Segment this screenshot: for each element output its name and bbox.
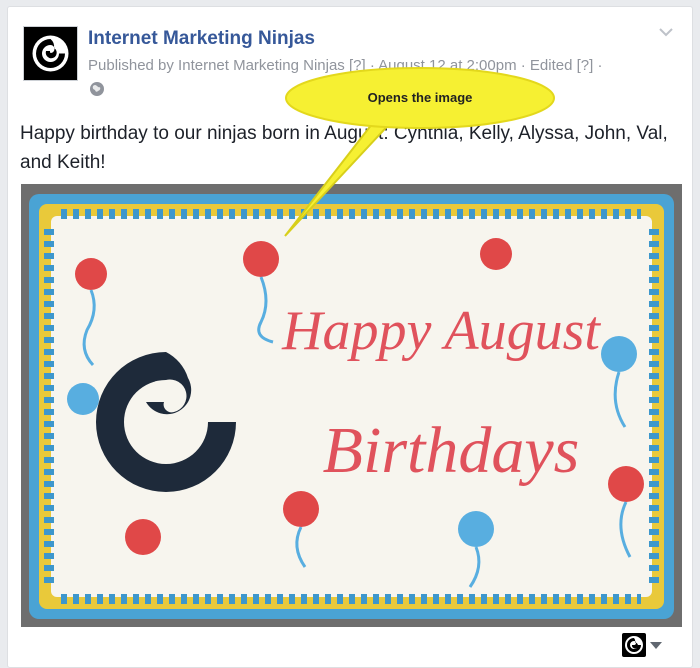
annotation-label: Opens the image [367, 90, 473, 105]
globe-icon[interactable] [89, 81, 105, 97]
ninja-swirl-logo-icon [32, 35, 69, 72]
ninja-swirl-logo-icon [622, 633, 646, 657]
cake-text-line1: Happy August [281, 300, 601, 362]
page-avatar[interactable] [23, 26, 78, 81]
post-card: Internet Marketing Ninjas Published by I… [7, 6, 693, 668]
cake-text-line2: Birthdays [323, 414, 580, 487]
cake-image: Happy August Birthdays [21, 184, 682, 627]
post-text: Happy birthday to our ninjas born in Aug… [20, 123, 668, 173]
page-name-link[interactable]: Internet Marketing Ninjas [88, 27, 315, 51]
post-photo[interactable]: Happy August Birthdays [21, 184, 682, 627]
caret-down-icon [650, 642, 662, 649]
chevron-down-icon[interactable] [659, 27, 673, 37]
post-meta: Published by Internet Marketing Ninjas [… [88, 57, 603, 74]
